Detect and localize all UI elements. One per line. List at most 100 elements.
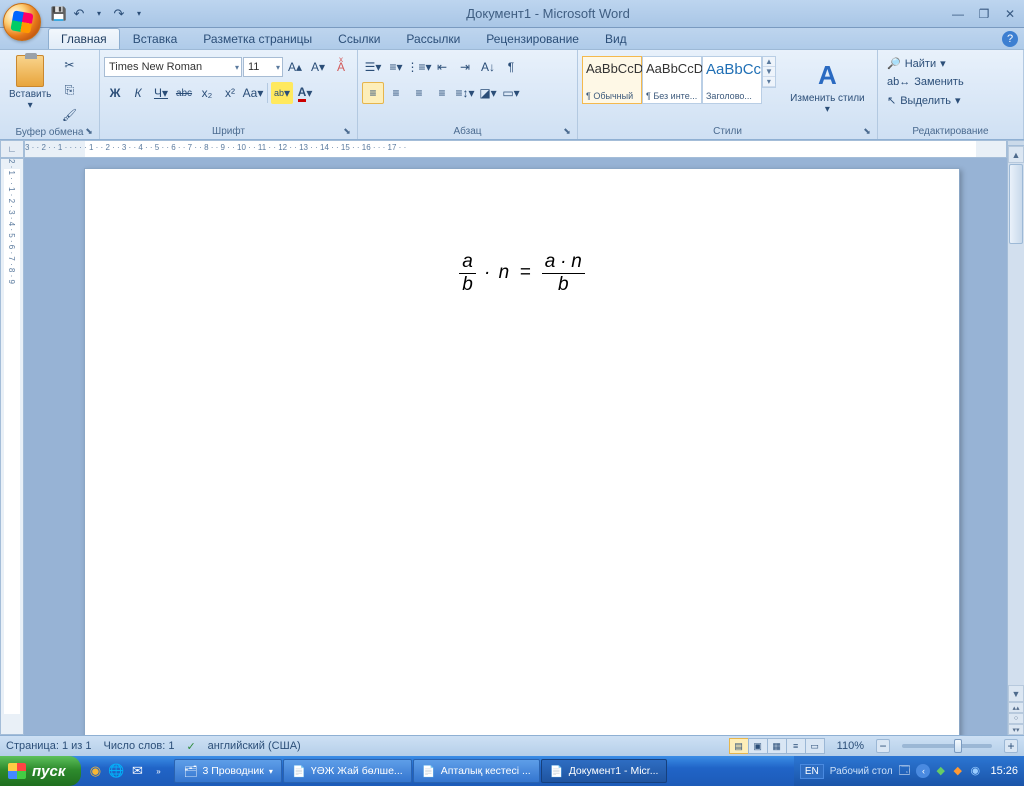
styles-launcher[interactable]: ⬊: [861, 126, 873, 138]
office-button[interactable]: [3, 3, 41, 41]
tab-view[interactable]: Вид: [592, 28, 640, 49]
superscript-button[interactable]: x²: [219, 82, 241, 104]
status-page[interactable]: Страница: 1 из 1: [6, 740, 92, 752]
page[interactable]: ab ∙ n = a ∙ nb: [84, 168, 960, 735]
increase-indent-button[interactable]: ⇥: [454, 56, 476, 78]
align-left-button[interactable]: ≡: [362, 82, 384, 104]
qat-save[interactable]: 💾: [50, 5, 68, 23]
style-scroll-more[interactable]: ▾: [763, 77, 775, 87]
select-button[interactable]: ↖Выделить ▾: [882, 92, 966, 109]
status-words[interactable]: Число слов: 1: [104, 740, 175, 752]
restore-button[interactable]: ❐: [974, 6, 994, 22]
tab-references[interactable]: Ссылки: [325, 28, 393, 49]
task-doc3[interactable]: 📄Документ1 - Micr...: [541, 759, 668, 783]
cut-button[interactable]: ✂: [58, 54, 80, 76]
document-area[interactable]: ab ∙ n = a ∙ nb: [24, 158, 1007, 735]
show-marks-button[interactable]: ¶: [500, 56, 522, 78]
ql-expand[interactable]: »: [148, 760, 168, 782]
paste-button[interactable]: Вставить▾: [4, 52, 56, 114]
zoom-slider[interactable]: [902, 744, 992, 748]
horizontal-ruler[interactable]: 3 · · 2 · · 1 · · · · · 1 · · 2 · · 3 · …: [24, 140, 1007, 158]
scroll-down[interactable]: ▼: [1008, 685, 1024, 702]
line-spacing-button[interactable]: ≡↕▾: [454, 82, 476, 104]
view-print-layout[interactable]: ▤: [729, 738, 749, 754]
tab-mailings[interactable]: Рассылки: [393, 28, 473, 49]
equation[interactable]: ab ∙ n = a ∙ nb: [85, 251, 959, 296]
view-outline[interactable]: ≡: [786, 738, 806, 754]
highlight-button[interactable]: ab▾: [271, 82, 293, 104]
scroll-track[interactable]: [1008, 245, 1024, 685]
view-full-screen[interactable]: ▣: [748, 738, 768, 754]
ruler-corner[interactable]: ∟: [0, 140, 24, 158]
bullets-button[interactable]: ☰▾: [362, 56, 384, 78]
tab-insert[interactable]: Вставка: [120, 28, 191, 49]
zoom-in[interactable]: +: [1004, 739, 1018, 753]
tray-language[interactable]: EN: [800, 764, 824, 779]
style-no-spacing[interactable]: AaBbCcDd¶ Без инте...: [642, 56, 702, 104]
format-painter-button[interactable]: 🖌: [58, 104, 80, 126]
find-button[interactable]: 🔎Найти ▾: [882, 55, 951, 72]
strike-button[interactable]: abc: [173, 82, 195, 104]
justify-button[interactable]: ≡: [431, 82, 453, 104]
font-launcher[interactable]: ⬊: [341, 126, 353, 138]
tab-page-layout[interactable]: Разметка страницы: [190, 28, 325, 49]
replace-button[interactable]: ab↔Заменить: [882, 74, 969, 90]
change-styles-button[interactable]: A Изменить стили ▾: [782, 56, 873, 118]
tray-icon-3[interactable]: ◉: [970, 764, 984, 778]
subscript-button[interactable]: x₂: [196, 82, 218, 104]
align-center-button[interactable]: ≡: [385, 82, 407, 104]
prev-page[interactable]: ▴▴: [1008, 702, 1024, 713]
numbering-button[interactable]: ≡▾: [385, 56, 407, 78]
start-button[interactable]: пуск: [0, 756, 81, 786]
proofing-icon[interactable]: ✓: [186, 740, 195, 753]
shading-button[interactable]: ◪▾: [477, 82, 499, 104]
zoom-level[interactable]: 110%: [837, 740, 864, 752]
font-size-combo[interactable]: 11▾: [243, 57, 283, 77]
status-language[interactable]: английский (США): [208, 740, 301, 752]
vertical-scrollbar[interactable]: ▲ ▼ ▴▴ ○ ▾▾: [1007, 140, 1024, 735]
vertical-ruler[interactable]: 2 · 1 · · 1 · 2 · 3 · 4 · 5 · 6 · 7 · 8 …: [0, 158, 24, 735]
zoom-out[interactable]: −: [876, 739, 890, 753]
task-explorer[interactable]: 🗂3 Проводник▾: [174, 759, 281, 783]
font-name-combo[interactable]: Times New Roman▾: [104, 57, 242, 77]
scroll-thumb[interactable]: [1009, 164, 1023, 244]
tab-home[interactable]: Главная: [48, 28, 120, 49]
italic-button[interactable]: К: [127, 82, 149, 104]
tray-icon-1[interactable]: ◆: [936, 764, 950, 778]
tray-icon-2[interactable]: ◆: [953, 764, 967, 778]
copy-button[interactable]: ⎘: [58, 79, 80, 101]
task-doc2[interactable]: 📄Апталық кестесі ...: [413, 759, 540, 783]
tab-review[interactable]: Рецензирование: [473, 28, 592, 49]
style-heading1[interactable]: AaBbCcЗаголово...: [702, 56, 762, 104]
view-web[interactable]: ▦: [767, 738, 787, 754]
font-color-button[interactable]: A▾: [294, 82, 316, 104]
tray-show-desktop-icon[interactable]: 🗔: [899, 762, 911, 781]
view-draft[interactable]: ▭: [805, 738, 825, 754]
task-doc1[interactable]: 📄ҮӘЖ Жай бөлше...: [283, 759, 412, 783]
next-page[interactable]: ▾▾: [1008, 724, 1024, 735]
tray-expand[interactable]: ‹: [916, 764, 930, 778]
borders-button[interactable]: ▭▾: [500, 82, 522, 104]
align-right-button[interactable]: ≡: [408, 82, 430, 104]
grow-font-button[interactable]: A▴: [284, 56, 306, 78]
multilevel-button[interactable]: ⋮≡▾: [408, 56, 430, 78]
shrink-font-button[interactable]: A▾: [307, 56, 329, 78]
close-button[interactable]: ✕: [1000, 6, 1020, 22]
qat-redo[interactable]: ↷: [110, 5, 128, 23]
change-case-button[interactable]: Aa▾: [242, 82, 264, 104]
ql-chrome-icon[interactable]: 🌐: [106, 760, 126, 782]
bold-button[interactable]: Ж: [104, 82, 126, 104]
minimize-button[interactable]: —: [948, 6, 968, 22]
decrease-indent-button[interactable]: ⇤: [431, 56, 453, 78]
style-scroll-down[interactable]: ▼: [763, 67, 775, 77]
style-normal[interactable]: AaBbCcDd¶ Обычный: [582, 56, 642, 104]
underline-button[interactable]: Ч▾: [150, 82, 172, 104]
clear-format-button[interactable]: Aͯ: [330, 56, 352, 78]
ql-amber-icon[interactable]: ◉: [85, 760, 105, 782]
ql-mail-icon[interactable]: ✉: [127, 760, 147, 782]
sort-button[interactable]: A↓: [477, 56, 499, 78]
qat-customize[interactable]: ▾: [130, 5, 148, 23]
paragraph-launcher[interactable]: ⬊: [561, 126, 573, 138]
qat-undo[interactable]: ↶: [70, 5, 88, 23]
clipboard-launcher[interactable]: ⬊: [83, 126, 95, 138]
